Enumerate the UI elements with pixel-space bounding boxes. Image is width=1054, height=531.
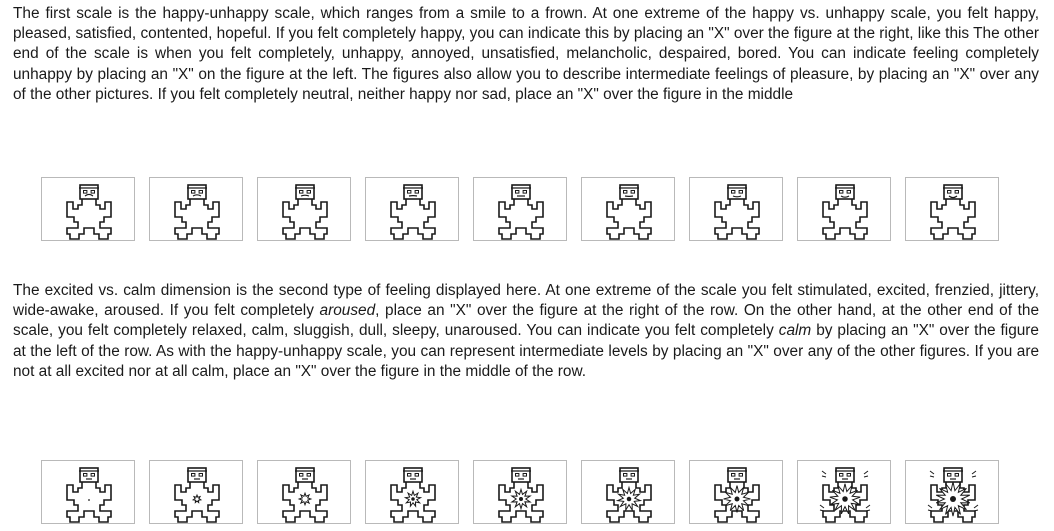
sam-figure-icon <box>498 467 544 523</box>
pleasure-scale-row <box>41 177 1001 241</box>
sam-figure-icon <box>390 467 436 523</box>
arousal-scale-row <box>41 460 1001 524</box>
sam-figure-icon <box>819 467 871 523</box>
arousal-instructions: The excited vs. calm dimension is the se… <box>13 281 1039 382</box>
sam-figure-icon <box>282 467 328 523</box>
sam-figure-icon <box>822 184 868 240</box>
arousal-figure-8[interactable] <box>797 460 891 524</box>
arousal-figure-9[interactable] <box>905 460 999 524</box>
sam-figure-icon <box>66 184 112 240</box>
pleasure-instructions: The first scale is the happy-unhappy sca… <box>13 5 1039 103</box>
sam-figure-icon <box>714 467 760 523</box>
arousal-figure-5[interactable] <box>473 460 567 524</box>
sam-figure-icon <box>174 184 220 240</box>
pleasure-figure-3[interactable] <box>257 177 351 241</box>
arousal-figure-4[interactable] <box>365 460 459 524</box>
sam-figure-icon <box>606 184 652 240</box>
pleasure-figure-6[interactable] <box>581 177 675 241</box>
sam-figure-icon <box>282 184 328 240</box>
pleasure-figure-5[interactable] <box>473 177 567 241</box>
arousal-figure-1[interactable] <box>41 460 135 524</box>
arousal-emphasis-aroused: aroused <box>319 302 376 320</box>
pleasure-figure-4[interactable] <box>365 177 459 241</box>
arousal-figure-2[interactable] <box>149 460 243 524</box>
sam-figure-icon <box>174 467 220 523</box>
arousal-emphasis-calm: calm <box>778 322 812 340</box>
sam-figure-icon <box>498 184 544 240</box>
pleasure-figure-7[interactable] <box>689 177 783 241</box>
sam-figure-icon <box>930 184 976 240</box>
arousal-figure-3[interactable] <box>257 460 351 524</box>
arousal-figure-7[interactable] <box>689 460 783 524</box>
sam-figure-icon <box>927 467 979 523</box>
sam-figure-icon <box>66 467 112 523</box>
sam-figure-icon <box>714 184 760 240</box>
pleasure-figure-2[interactable] <box>149 177 243 241</box>
pleasure-figure-1[interactable] <box>41 177 135 241</box>
pleasure-figure-8[interactable] <box>797 177 891 241</box>
sam-figure-icon <box>606 467 652 523</box>
pleasure-figure-9[interactable] <box>905 177 999 241</box>
arousal-figure-6[interactable] <box>581 460 675 524</box>
sam-figure-icon <box>390 184 436 240</box>
